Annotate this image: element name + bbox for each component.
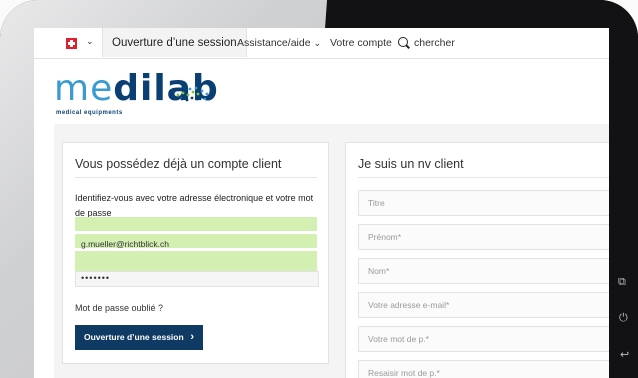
logo-text-part1: me [54,68,114,109]
copy-icon[interactable]: ⧉ [618,276,626,289]
logo-dots-graphic [176,86,209,102]
top-nav: ⌄ Ouverture d’une session Assistance/aid… [34,28,609,59]
search-icon[interactable] [398,37,408,47]
nav-assistance[interactable]: Assistance/aide ⌄ [237,28,321,58]
password-register-field[interactable]: Votre mot de p.* [358,326,609,352]
swiss-flag-icon[interactable] [66,38,77,49]
login-button[interactable]: Ouverture d’une session › [75,325,203,350]
email-field-highlight[interactable] [75,251,317,265]
email-register-field[interactable]: Votre adresse e-mail* [358,292,609,318]
login-panel: Vous possédez déjà un compte client Iden… [62,142,329,364]
register-panel-title: Je suis un nv client [358,157,464,171]
title-field[interactable]: Titre [358,190,609,216]
tablet-screen: ⌄ Ouverture d’une session Assistance/aid… [34,28,609,378]
chevron-down-icon[interactable]: ⌄ [86,36,94,47]
password-field[interactable] [75,271,319,287]
divider [75,177,317,178]
email-value: g.mueller@richtblick.ch [81,239,169,249]
first-name-field[interactable]: Prénom* [358,224,609,250]
back-icon[interactable]: ↩ [620,348,629,361]
chevron-down-icon: ⌄ [313,38,322,48]
nav-login[interactable]: Ouverture d’une session [102,28,247,57]
login-panel-title: Vous possédez déjà un compte client [75,157,282,171]
email-field-highlight[interactable] [75,217,317,231]
password-value: ••••••• [81,273,111,283]
tablet-photo: ⌄ Ouverture d’une session Assistance/aid… [0,0,638,378]
power-icon[interactable]: ⏻ [619,312,628,325]
nav-search[interactable]: chercher [414,28,455,58]
divider [358,177,609,178]
last-name-field[interactable]: Nom* [358,258,609,284]
password-confirm-field[interactable]: Resaisir mot de p.* [358,360,609,378]
register-panel: Je suis un nv client Titre Prénom* Nom* … [345,142,609,378]
nav-account[interactable]: Votre compte [330,28,392,58]
login-button-label: Ouverture d’une session [84,332,184,342]
arrow-right-icon: › [190,331,194,343]
forgot-password-link[interactable]: Mot de passe oublié ? [75,303,163,313]
logo-subtitle: medical equipments [56,110,123,116]
